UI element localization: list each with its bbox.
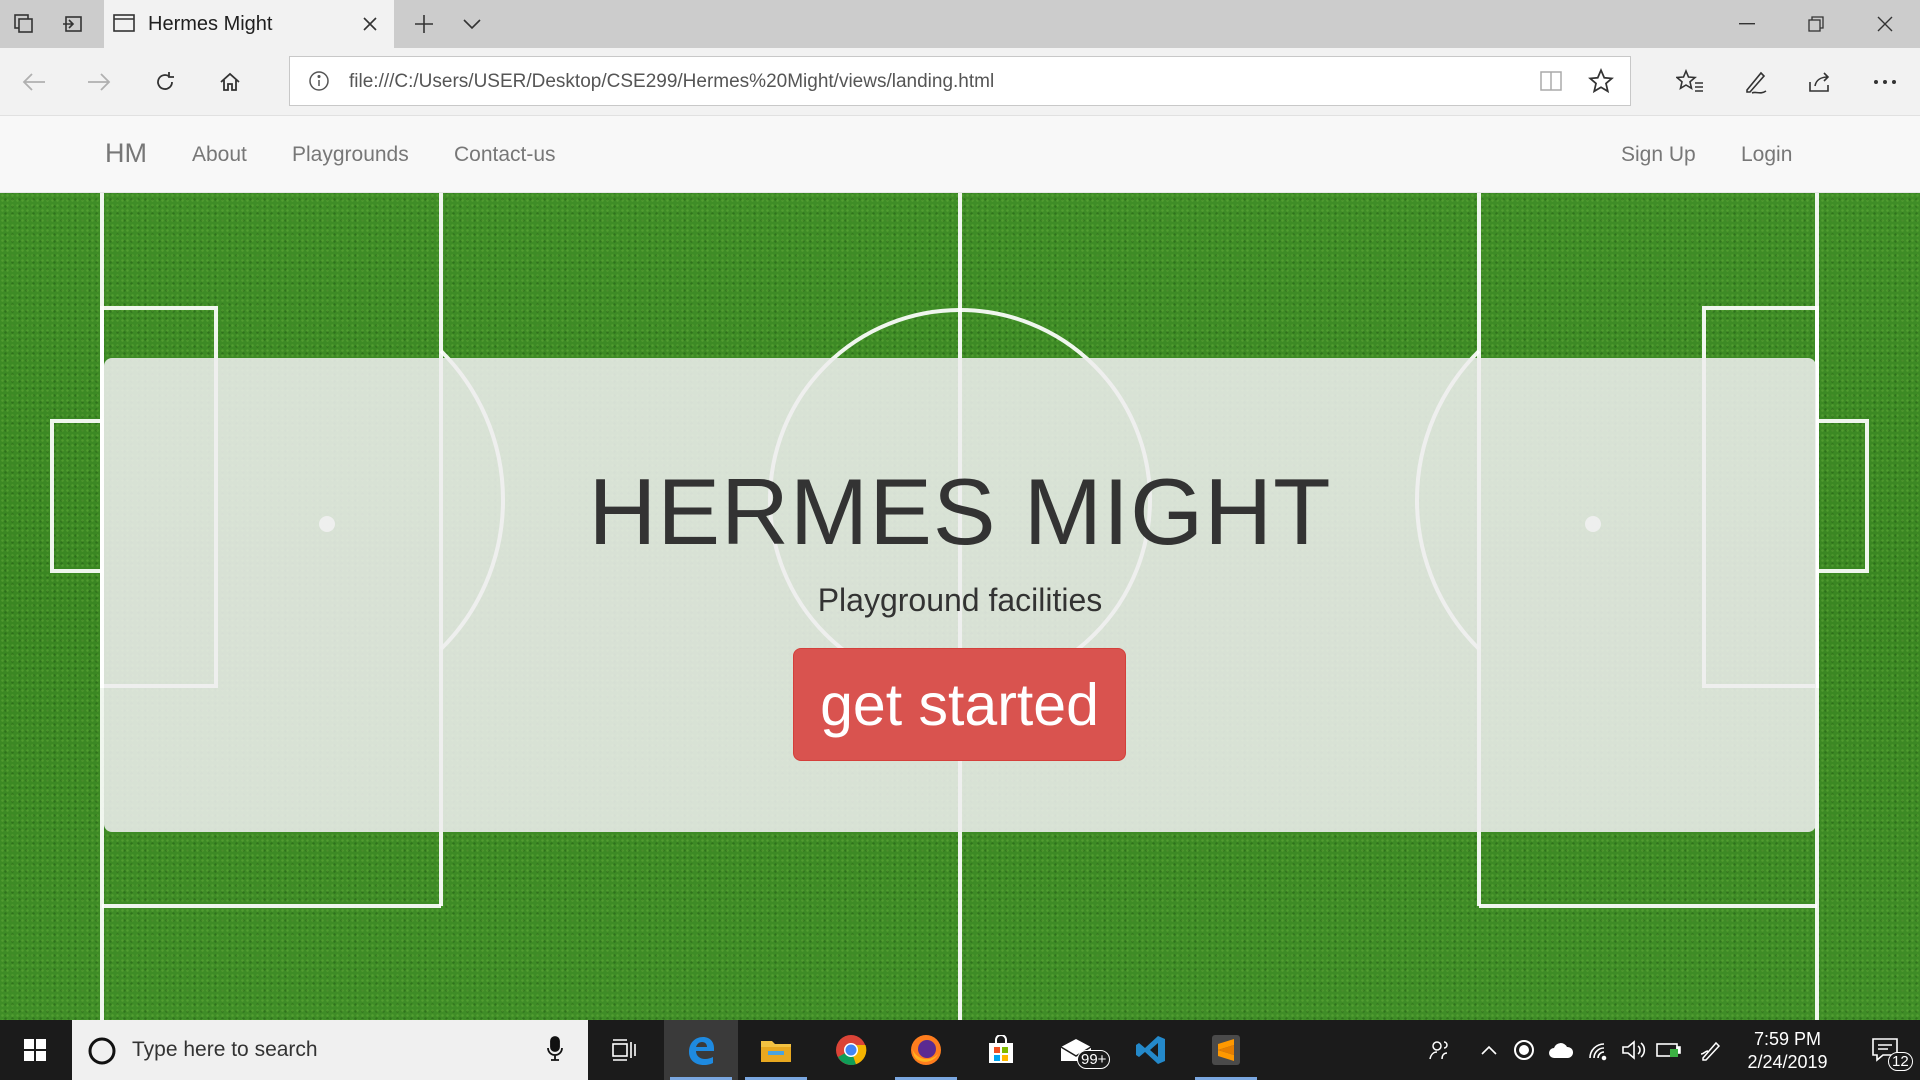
edge-browser-taskbar-icon[interactable] <box>664 1020 738 1080</box>
back-icon[interactable] <box>12 60 56 104</box>
firefox-icon[interactable] <box>889 1020 963 1080</box>
record-icon[interactable] <box>1509 1020 1539 1080</box>
refresh-icon[interactable] <box>143 60 187 104</box>
sublime-text-icon[interactable] <box>1189 1020 1263 1080</box>
tab-preview-icon[interactable] <box>52 0 92 48</box>
battery-icon[interactable] <box>1652 1020 1686 1080</box>
action-center-icon[interactable]: 12 <box>1850 1020 1920 1080</box>
task-view-icon[interactable] <box>587 1020 661 1080</box>
vscode-icon[interactable] <box>1114 1020 1188 1080</box>
get-started-button[interactable]: get started <box>793 648 1126 761</box>
forward-icon[interactable] <box>77 60 121 104</box>
hero-title: HERMES MIGHT <box>588 459 1332 564</box>
tab-title: Hermes Might <box>148 13 273 35</box>
windows-taskbar: Type here to search 99+ 7:59 PM 2/24/201… <box>0 1020 1920 1080</box>
minimize-icon[interactable] <box>1712 0 1782 48</box>
page-viewport: HM About Playgrounds Contact-us Sign Up … <box>0 116 1920 1020</box>
site-navbar: HM About Playgrounds Contact-us Sign Up … <box>0 116 1920 193</box>
nav-link-about[interactable]: About <box>192 143 247 167</box>
cortana-icon <box>86 1035 118 1072</box>
browser-tab[interactable]: Hermes Might <box>104 0 394 48</box>
nav-link-contact-us[interactable]: Contact-us <box>454 143 556 167</box>
new-tab-icon[interactable] <box>404 0 444 48</box>
notification-count-badge: 12 <box>1888 1052 1913 1071</box>
clock-time: 7:59 PM <box>1753 1029 1822 1049</box>
wifi-icon[interactable] <box>1583 1020 1617 1080</box>
address-bar[interactable]: file:///C:/Users/USER/Desktop/CSE299/Her… <box>289 56 1631 106</box>
favorite-star-icon[interactable] <box>1588 67 1614 99</box>
taskbar-search-box[interactable]: Type here to search <box>72 1020 588 1080</box>
mail-icon[interactable]: 99+ <box>1039 1020 1113 1080</box>
nav-link-playgrounds[interactable]: Playgrounds <box>292 143 409 167</box>
nav-link-login[interactable]: Login <box>1741 143 1792 167</box>
restore-icon[interactable] <box>1781 0 1851 48</box>
mail-unread-badge: 99+ <box>1077 1050 1111 1069</box>
file-explorer-icon[interactable] <box>739 1020 813 1080</box>
onedrive-icon[interactable] <box>1544 1020 1578 1080</box>
show-hidden-icons-chevron-icon[interactable] <box>1474 1020 1504 1080</box>
volume-icon[interactable] <box>1617 1020 1651 1080</box>
info-icon[interactable] <box>308 70 330 97</box>
more-icon[interactable] <box>1863 60 1907 104</box>
brand-logo[interactable]: HM <box>105 138 147 169</box>
microsoft-store-icon[interactable] <box>964 1020 1038 1080</box>
tab-aside-icon[interactable] <box>4 0 44 48</box>
people-icon[interactable] <box>1420 1020 1460 1080</box>
pen-notes-icon[interactable] <box>1733 60 1777 104</box>
windows-start-icon[interactable] <box>0 1020 70 1080</box>
home-icon[interactable] <box>208 60 252 104</box>
favorites-hub-icon[interactable] <box>1668 60 1712 104</box>
hero-subtitle: Playground facilities <box>817 582 1103 618</box>
close-window-icon[interactable] <box>1850 0 1920 48</box>
url-text: file:///C:/Users/USER/Desktop/CSE299/Her… <box>349 71 995 92</box>
chrome-icon[interactable] <box>814 1020 888 1080</box>
chevron-down-icon[interactable] <box>452 0 492 48</box>
page-icon <box>112 12 136 39</box>
clock-date: 2/24/2019 <box>1747 1052 1828 1072</box>
share-icon[interactable] <box>1798 60 1842 104</box>
nav-link-sign-up[interactable]: Sign Up <box>1621 143 1696 167</box>
microphone-icon[interactable] <box>546 1036 564 1067</box>
browser-tab-strip: Hermes Might <box>0 0 1920 48</box>
search-placeholder: Type here to search <box>132 1038 318 1061</box>
system-clock[interactable]: 7:59 PM 2/24/2019 <box>1735 1028 1840 1074</box>
hero-jumbotron: HERMES MIGHT Playground facilities get s… <box>104 358 1816 832</box>
pen-workspace-icon[interactable] <box>1694 1020 1728 1080</box>
browser-toolbar: file:///C:/Users/USER/Desktop/CSE299/Her… <box>0 48 1920 116</box>
close-tab-icon[interactable] <box>352 6 388 42</box>
reading-view-icon[interactable] <box>1539 69 1563 98</box>
